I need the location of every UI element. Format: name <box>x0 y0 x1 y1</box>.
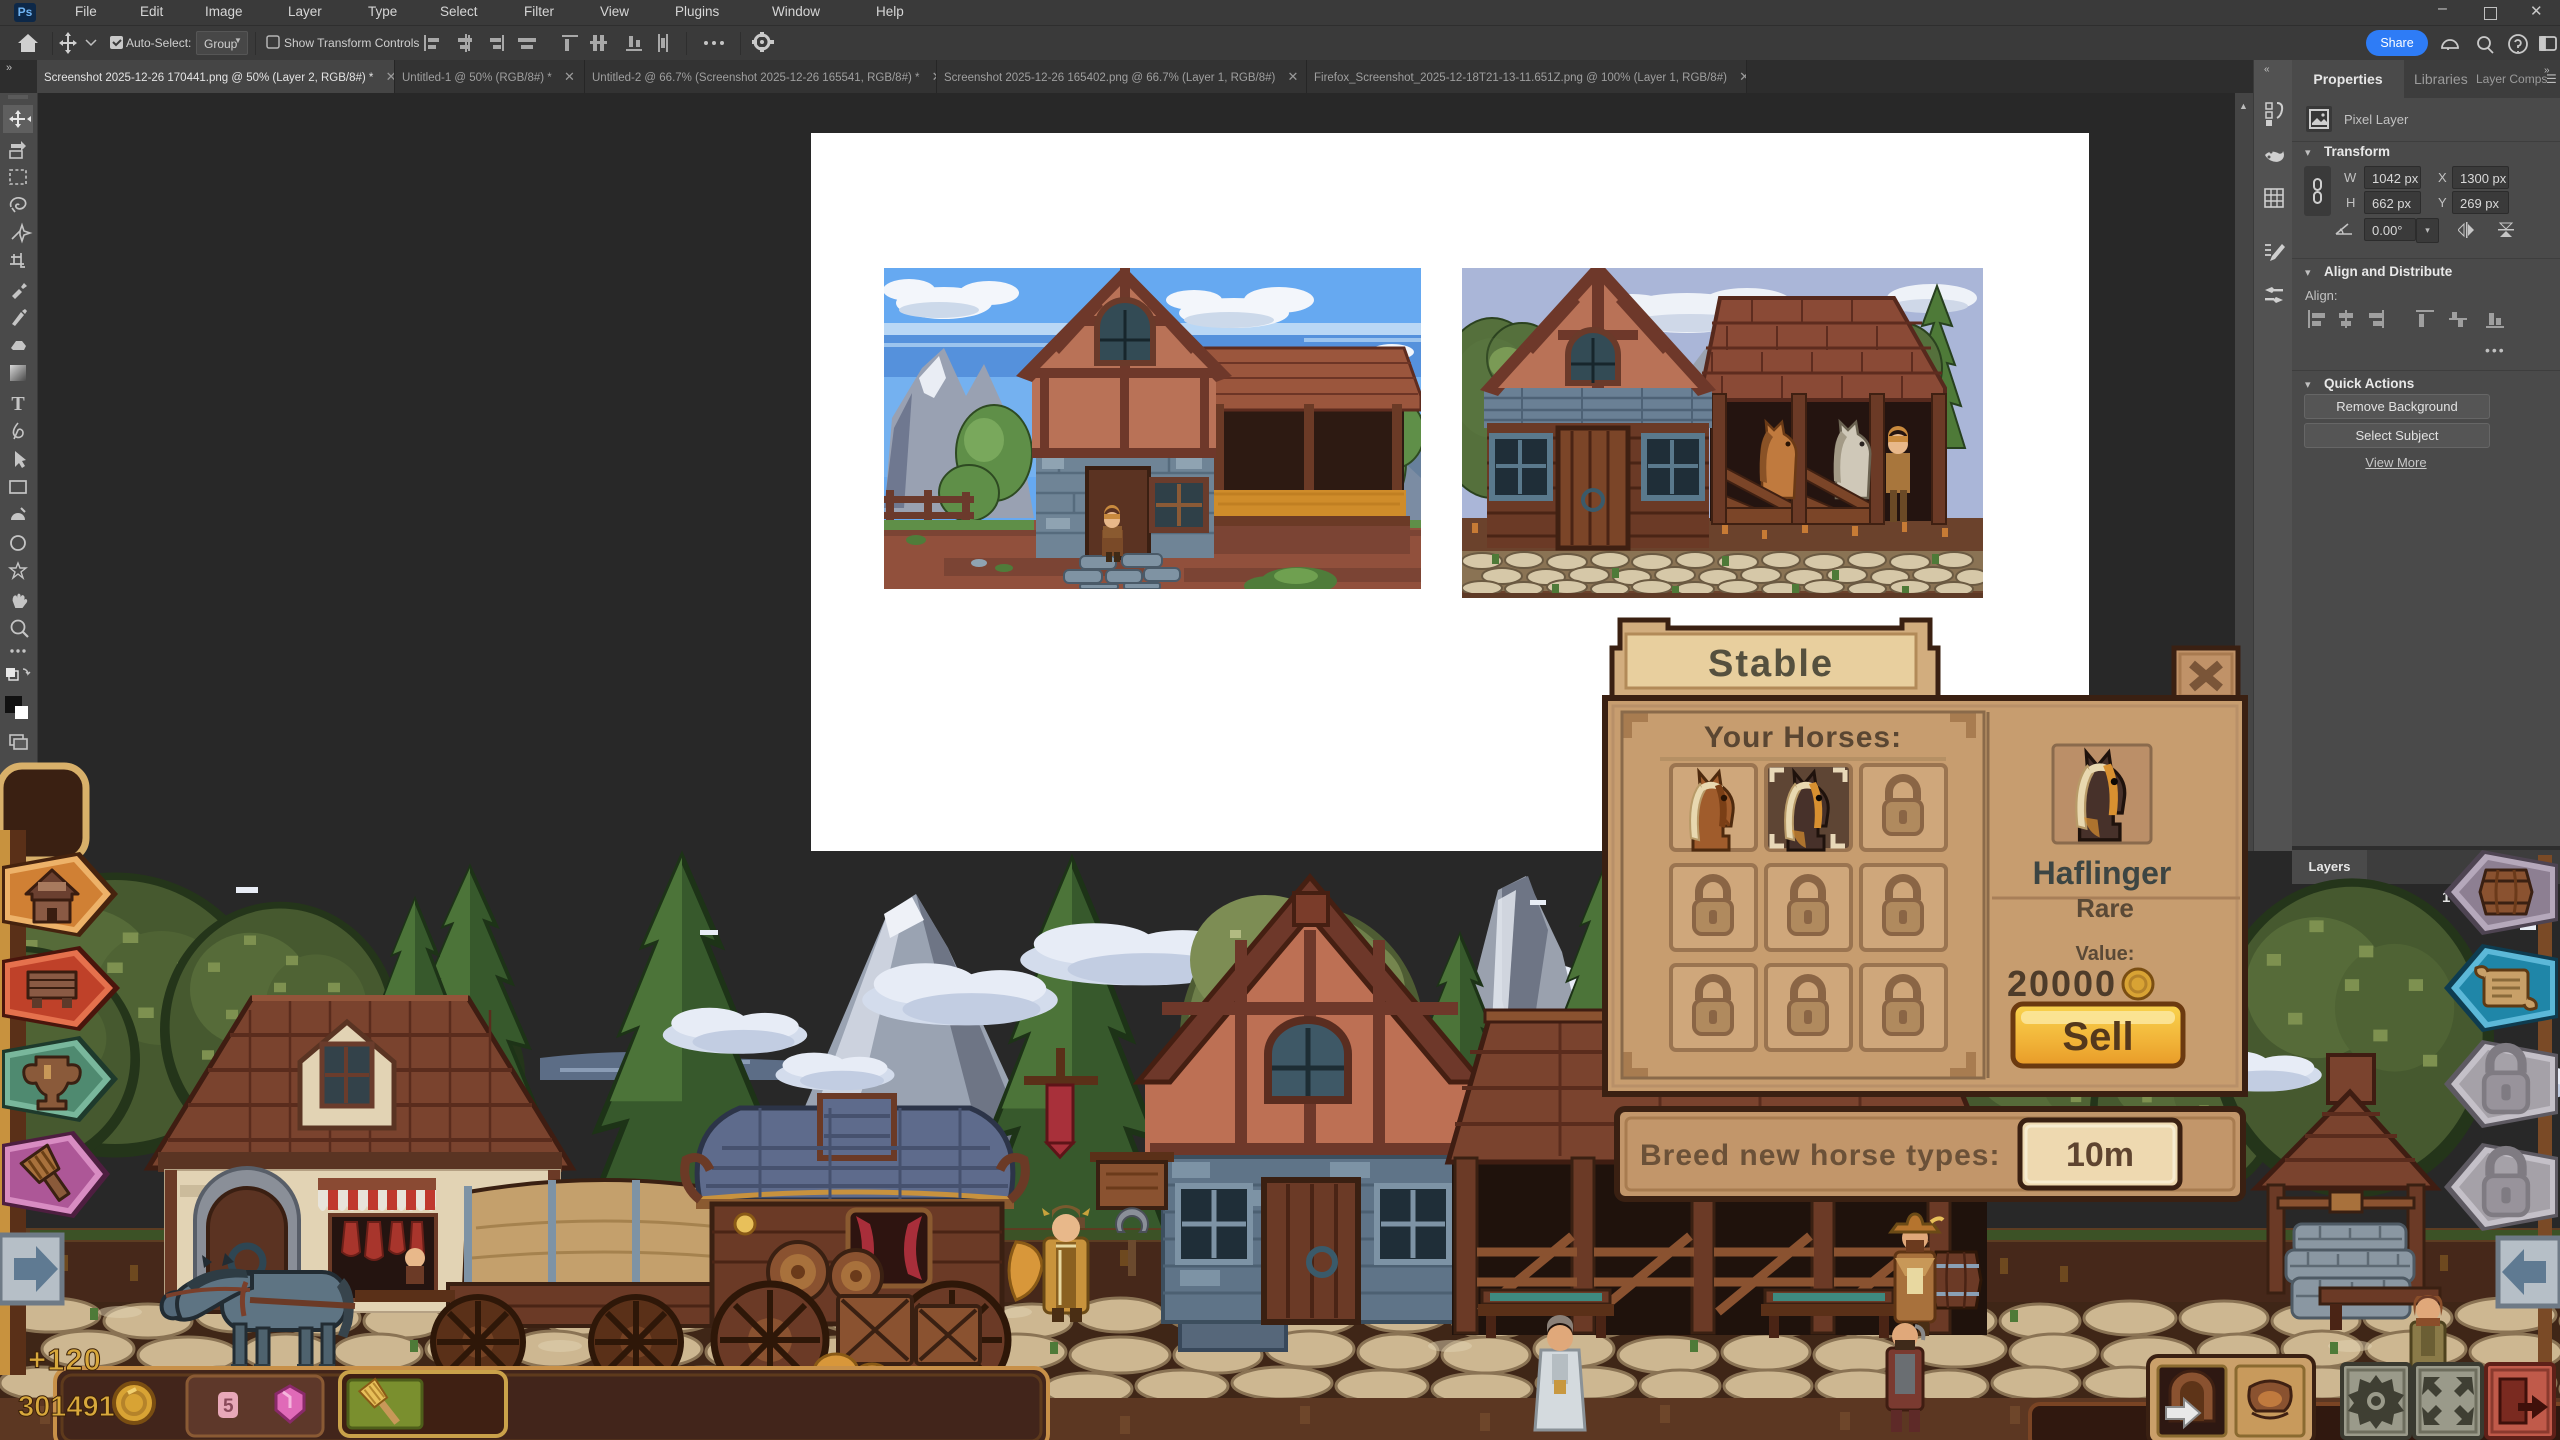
svg-text:Rare: Rare <box>2076 893 2134 923</box>
svg-text:10m: 10m <box>2066 1136 2134 1174</box>
svg-text:301491: 301491 <box>18 1391 115 1423</box>
svg-text:Value:: Value: <box>2076 943 2135 965</box>
svg-text:Breed new horse types:: Breed new horse types: <box>1640 1139 2000 1172</box>
svg-text:Stable: Stable <box>1708 643 1834 685</box>
svg-text:Haflinger: Haflinger <box>2033 855 2172 891</box>
svg-text:5: 5 <box>223 1396 234 1417</box>
svg-text:Sell: Sell <box>2062 1015 2133 1059</box>
svg-text:+120: +120 <box>28 1342 102 1377</box>
svg-text:Your Horses:: Your Horses: <box>1704 721 1902 754</box>
svg-text:20000: 20000 <box>2007 963 2117 1004</box>
